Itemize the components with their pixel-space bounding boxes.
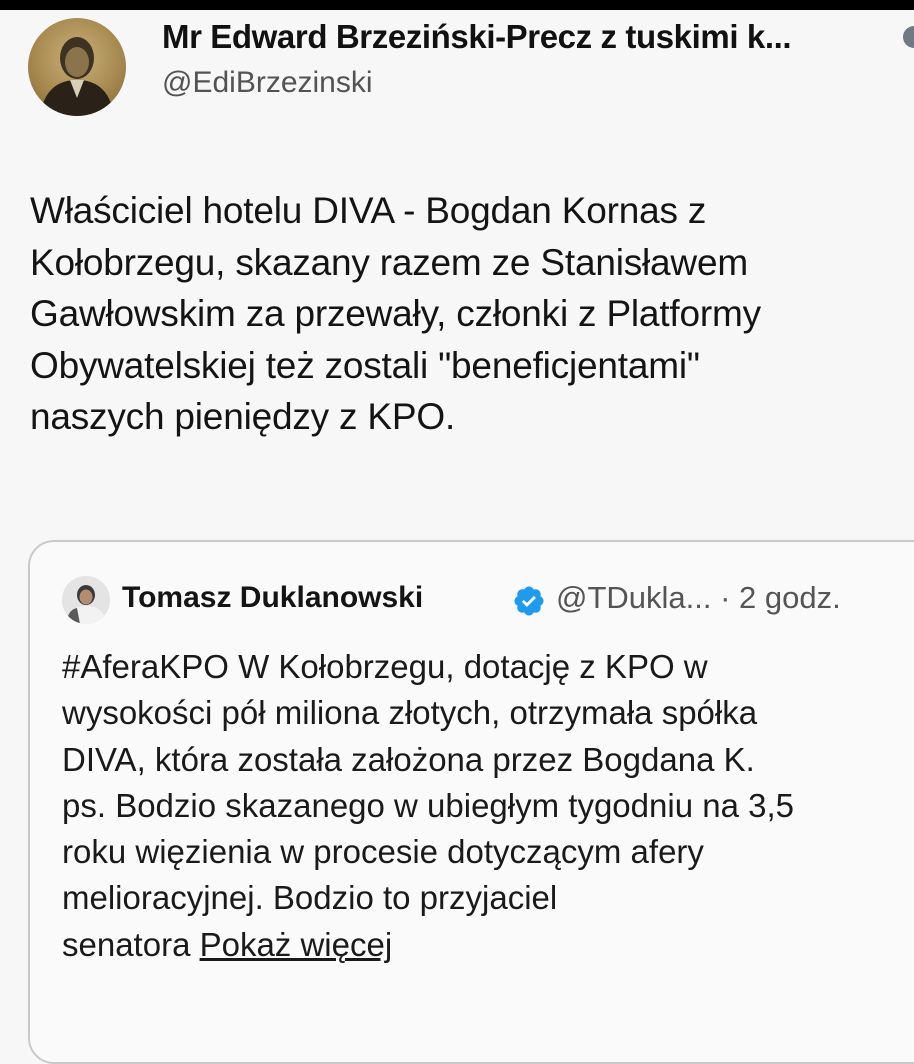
tweet-text: Właściciel hotelu DIVA - Bogdan Kornas z… [30, 185, 910, 443]
tweet-text-line: Obywatelskiej też zostali "beneficjentam… [30, 344, 700, 386]
quoted-text-line: DIVA, która została założona przez Bogda… [62, 740, 755, 778]
quoted-text-line: roku więzienia w procesie dotyczącym afe… [62, 833, 704, 871]
top-bar [0, 0, 914, 10]
quoted-text-line: ps. Bodzio skazanego w ubiegłym tygodniu… [62, 786, 794, 824]
author-name[interactable]: Mr Edward Brzeziński-Precz z tuskimi k..… [162, 18, 792, 56]
quoted-text-line: #AferaKPO W Kołobrzegu, dotację z KPO w [62, 648, 708, 685]
tweet-text-line: Właściciel hotelu DIVA - Bogdan Kornas z [30, 190, 707, 231]
avatar-photo-icon [40, 37, 114, 116]
quoted-text-last-line: senatora Pokaż więcej [62, 922, 902, 968]
author-handle[interactable]: @EdiBrzezinski [162, 66, 373, 100]
quoted-text-line: melioracyjnej. Bodzio to przyjaciel [62, 879, 558, 917]
tweet-text-line: Kołobrzegu, skazany razem ze Stanisławem [30, 241, 748, 283]
tweet-text-line: naszych pieniędzy z KPO. [30, 396, 456, 437]
quoted-author-avatar[interactable] [62, 576, 110, 624]
quoted-text-line: wysokości pół miliona złotych, otrzymała… [62, 694, 758, 732]
quoted-author-name[interactable]: Tomasz Duklanowski [122, 581, 423, 615]
quoted-tweet-text: #AferaKPO W Kołobrzegu, dotację z KPO w … [62, 644, 902, 968]
quoted-text-last-prefix: senatora [62, 925, 200, 963]
show-more-link[interactable]: Pokaż więcej [200, 926, 393, 963]
avatar-photo-icon [62, 576, 110, 624]
tweet-text-line: Gawłowskim za przewały, członki z Platfo… [30, 293, 761, 334]
quoted-handle-time[interactable]: @TDukla... · 2 godz. [556, 580, 841, 616]
verified-badge-icon [514, 586, 544, 616]
author-avatar[interactable] [28, 18, 126, 116]
badge-icon [903, 26, 914, 48]
